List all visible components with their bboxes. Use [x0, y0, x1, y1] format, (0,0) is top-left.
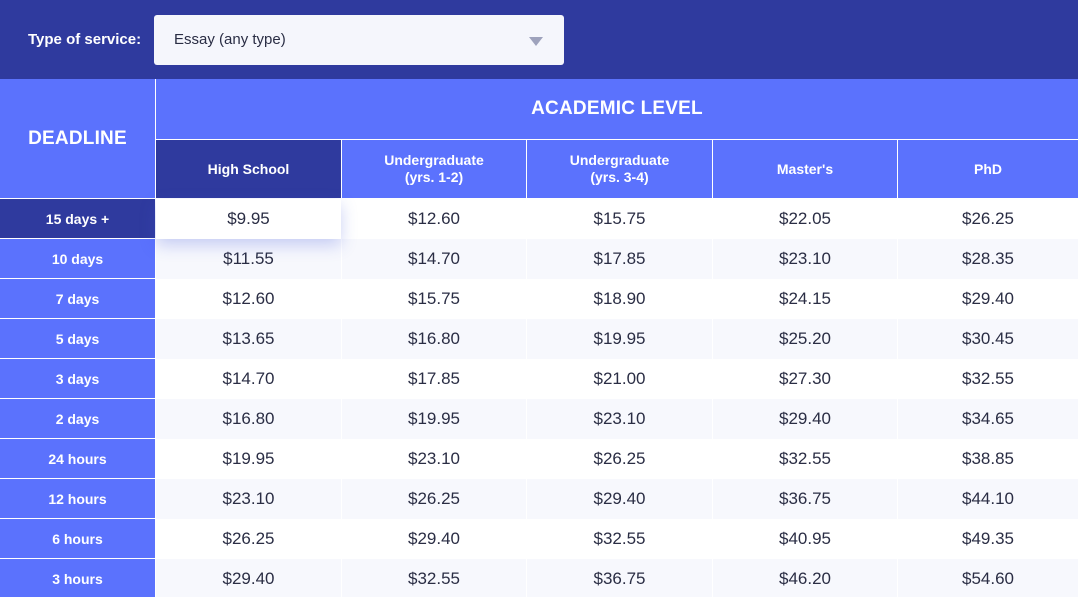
price-cell[interactable]: $26.25	[898, 199, 1078, 239]
price-cell[interactable]: $49.35	[898, 519, 1078, 559]
price-cell[interactable]: $13.65	[156, 319, 341, 359]
service-type-label: Type of service:	[28, 31, 142, 48]
deadline-3-days[interactable]: 3 days	[0, 359, 155, 398]
price-cell[interactable]: $9.95	[156, 199, 341, 239]
table-row: 3 hours $29.40 $32.55 $36.75 $46.20 $54.60	[0, 559, 1078, 597]
service-bar: Type of service: Essay (any type)	[0, 0, 1078, 79]
price-cell[interactable]: $54.60	[898, 559, 1078, 597]
price-cell[interactable]: $18.90	[527, 279, 712, 319]
price-cell[interactable]: $24.15	[713, 279, 897, 319]
table-row: 2 days $16.80 $19.95 $23.10 $29.40 $34.65	[0, 399, 1078, 439]
price-cell[interactable]: $32.55	[898, 359, 1078, 399]
price-cell[interactable]: $29.40	[342, 519, 526, 559]
price-cell[interactable]: $12.60	[342, 199, 526, 239]
price-cell[interactable]: $26.25	[156, 519, 341, 559]
price-cell[interactable]: $21.00	[527, 359, 712, 399]
deadline-5-days[interactable]: 5 days	[0, 319, 155, 358]
price-cell[interactable]: $28.35	[898, 239, 1078, 279]
deadline-2-days[interactable]: 2 days	[0, 399, 155, 438]
price-cell[interactable]: $17.85	[527, 239, 712, 279]
price-cell[interactable]: $23.10	[156, 479, 341, 519]
price-cell[interactable]: $14.70	[156, 359, 341, 399]
price-cell[interactable]: $26.25	[527, 439, 712, 479]
table-row: 7 days $12.60 $15.75 $18.90 $24.15 $29.40	[0, 279, 1078, 319]
deadline-6-hours[interactable]: 6 hours	[0, 519, 155, 558]
price-cell[interactable]: $17.85	[342, 359, 526, 399]
table-row: 24 hours $19.95 $23.10 $26.25 $32.55 $38.85	[0, 439, 1078, 479]
price-cell[interactable]: $32.55	[713, 439, 897, 479]
deadline-12-hours[interactable]: 12 hours	[0, 479, 155, 518]
price-cell[interactable]: $29.40	[898, 279, 1078, 319]
level-tab-undergraduate-yrs-1-2[interactable]: Undergraduate (yrs. 1-2)	[342, 140, 526, 198]
price-cell[interactable]: $23.10	[713, 239, 897, 279]
service-type-dropdown[interactable]: Essay (any type)	[154, 15, 564, 65]
price-cell[interactable]: $25.20	[713, 319, 897, 359]
level-tab-undergraduate-yrs-3-4[interactable]: Undergraduate (yrs. 3-4)	[527, 140, 712, 198]
price-cell[interactable]: $34.65	[898, 399, 1078, 439]
price-cell[interactable]: $40.95	[713, 519, 897, 559]
level-tab-phd[interactable]: PhD	[898, 140, 1078, 198]
price-cell[interactable]: $32.55	[527, 519, 712, 559]
price-cell[interactable]: $32.55	[342, 559, 526, 597]
price-cell[interactable]: $36.75	[713, 479, 897, 519]
level-tab-high-school[interactable]: High School	[156, 140, 341, 198]
deadline-24-hours[interactable]: 24 hours	[0, 439, 155, 478]
price-cell[interactable]: $29.40	[527, 479, 712, 519]
price-cell[interactable]: $36.75	[527, 559, 712, 597]
price-cell[interactable]: $44.10	[898, 479, 1078, 519]
academic-level-header: ACADEMIC LEVEL	[156, 79, 1078, 139]
price-cell[interactable]: $15.75	[527, 199, 712, 239]
price-cell[interactable]: $46.20	[713, 559, 897, 597]
level-tab-master-s[interactable]: Master's	[713, 140, 897, 198]
chevron-down-icon	[529, 37, 543, 46]
price-cell[interactable]: $30.45	[898, 319, 1078, 359]
price-cell[interactable]: $19.95	[342, 399, 526, 439]
price-cell[interactable]: $23.10	[342, 439, 526, 479]
table-row: 12 hours $23.10 $26.25 $29.40 $36.75 $44.10	[0, 479, 1078, 519]
price-cell[interactable]: $12.60	[156, 279, 341, 319]
deadline-header: DEADLINE	[0, 79, 155, 198]
price-cell[interactable]: $38.85	[898, 439, 1078, 479]
table-row: 10 days $11.55 $14.70 $17.85 $23.10 $28.35	[0, 239, 1078, 279]
price-cell[interactable]: $11.55	[156, 239, 341, 279]
price-cell[interactable]: $16.80	[156, 399, 341, 439]
price-cell[interactable]: $19.95	[156, 439, 341, 479]
deadline-7-days[interactable]: 7 days	[0, 279, 155, 318]
price-cell[interactable]: $14.70	[342, 239, 526, 279]
price-cell[interactable]: $15.75	[342, 279, 526, 319]
price-cell[interactable]: $19.95	[527, 319, 712, 359]
deadline-10-days[interactable]: 10 days	[0, 239, 155, 278]
price-cell[interactable]: $29.40	[156, 559, 341, 597]
service-type-value: Essay (any type)	[174, 31, 286, 48]
price-cell[interactable]: $26.25	[342, 479, 526, 519]
price-cell[interactable]: $22.05	[713, 199, 897, 239]
price-cell[interactable]: $23.10	[527, 399, 712, 439]
price-cell[interactable]: $27.30	[713, 359, 897, 399]
deadline-3-hours[interactable]: 3 hours	[0, 559, 155, 597]
price-cell[interactable]: $16.80	[342, 319, 526, 359]
table-row: 6 hours $26.25 $29.40 $32.55 $40.95 $49.35	[0, 519, 1078, 559]
table-row: 15 days + $9.95 $12.60 $15.75 $22.05 $26.25	[0, 199, 1078, 239]
deadline-15-days[interactable]: 15 days +	[0, 199, 155, 238]
price-cell[interactable]: $29.40	[713, 399, 897, 439]
table-row: 3 days $14.70 $17.85 $21.00 $27.30 $32.55	[0, 359, 1078, 399]
table-row: 5 days $13.65 $16.80 $19.95 $25.20 $30.45	[0, 319, 1078, 359]
